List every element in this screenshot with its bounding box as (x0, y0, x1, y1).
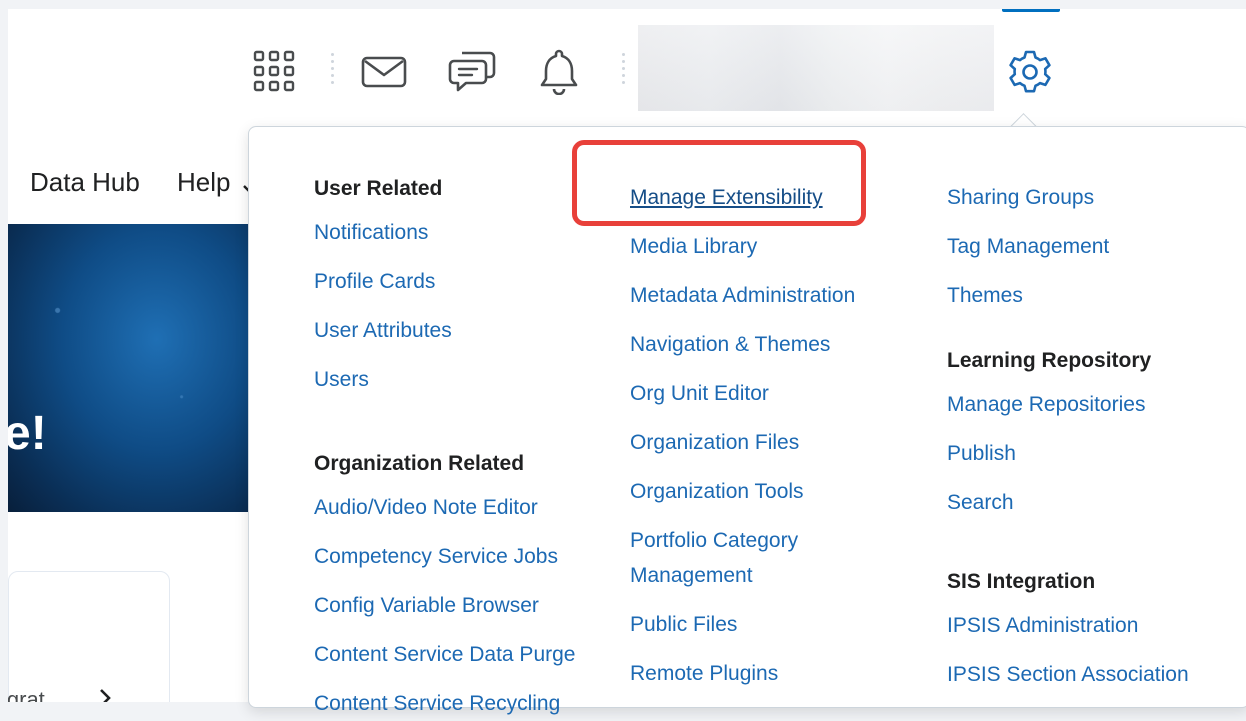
menu-link-public-files[interactable]: Public Files (630, 607, 855, 642)
card-text: igrat... (8, 687, 64, 702)
menu-link-media-library[interactable]: Media Library (630, 229, 855, 264)
section-heading-organization-related: Organization Related (314, 452, 525, 475)
menu-link-org-unit-editor[interactable]: Org Unit Editor (630, 376, 855, 411)
hero-banner: e! (8, 224, 256, 512)
active-indicator (1002, 9, 1060, 12)
menu-link-ipsis-section-association[interactable]: IPSIS Section Association (947, 657, 1189, 692)
top-navbar (8, 9, 1246, 136)
menu-column-2: Manage Extensibility Media Library Metad… (630, 180, 855, 691)
menu-link-navigation-themes[interactable]: Navigation & Themes (630, 327, 855, 362)
course-selector-grid-icon[interactable] (253, 50, 295, 97)
divider (331, 53, 335, 88)
menu-link-notifications[interactable]: Notifications (314, 215, 575, 250)
chat-icon[interactable] (448, 47, 496, 98)
menu-link-organization-files[interactable]: Organization Files (630, 425, 855, 460)
mail-icon[interactable] (361, 56, 407, 93)
chevron-right-icon[interactable] (98, 687, 112, 702)
nav-help[interactable]: Help (177, 167, 230, 198)
menu-link-portfolio-category-management[interactable]: Portfolio Category Management (630, 523, 830, 593)
menu-link-publish[interactable]: Publish (947, 436, 1189, 471)
user-profile-blurred[interactable] (638, 25, 994, 111)
section-heading-sis-integration: SIS Integration (947, 570, 1096, 593)
menu-column-3: Sharing Groups Tag Management Themes Lea… (947, 180, 1189, 692)
menu-link-audio-video-note-editor[interactable]: Audio/Video Note Editor (314, 490, 575, 525)
divider (622, 53, 626, 88)
menu-link-ipsis-administration[interactable]: IPSIS Administration (947, 608, 1189, 643)
menu-link-competency-service-jobs[interactable]: Competency Service Jobs (314, 539, 575, 574)
menu-link-users[interactable]: Users (314, 362, 575, 397)
section-heading-learning-repository: Learning Repository (947, 349, 1152, 372)
menu-link-remote-plugins[interactable]: Remote Plugins (630, 656, 855, 691)
gear-icon[interactable] (1006, 48, 1054, 101)
menu-link-organization-tools[interactable]: Organization Tools (630, 474, 855, 509)
menu-link-sharing-groups[interactable]: Sharing Groups (947, 180, 1189, 215)
menu-link-manage-extensibility[interactable]: Manage Extensibility (630, 180, 855, 215)
menu-link-themes[interactable]: Themes (947, 278, 1189, 313)
menu-link-content-service-recycling[interactable]: Content Service Recycling (314, 686, 575, 721)
section-heading-user-related: User Related (314, 177, 443, 200)
menu-link-content-service-data-purge[interactable]: Content Service Data Purge (314, 637, 575, 672)
menu-link-tag-management[interactable]: Tag Management (947, 229, 1189, 264)
menu-link-profile-cards[interactable]: Profile Cards (314, 264, 575, 299)
widget-card (8, 571, 170, 702)
menu-link-manage-repositories[interactable]: Manage Repositories (947, 387, 1189, 422)
nav-data-hub[interactable]: Data Hub (30, 167, 140, 198)
menu-link-user-attributes[interactable]: User Attributes (314, 313, 575, 348)
bell-icon[interactable] (538, 47, 580, 100)
menu-link-config-variable-browser[interactable]: Config Variable Browser (314, 588, 575, 623)
hero-text: e! (8, 407, 47, 460)
menu-column-1: User Related Notifications Profile Cards… (314, 175, 575, 721)
menu-link-metadata-administration[interactable]: Metadata Administration (630, 278, 855, 313)
menu-link-search[interactable]: Search (947, 485, 1189, 520)
